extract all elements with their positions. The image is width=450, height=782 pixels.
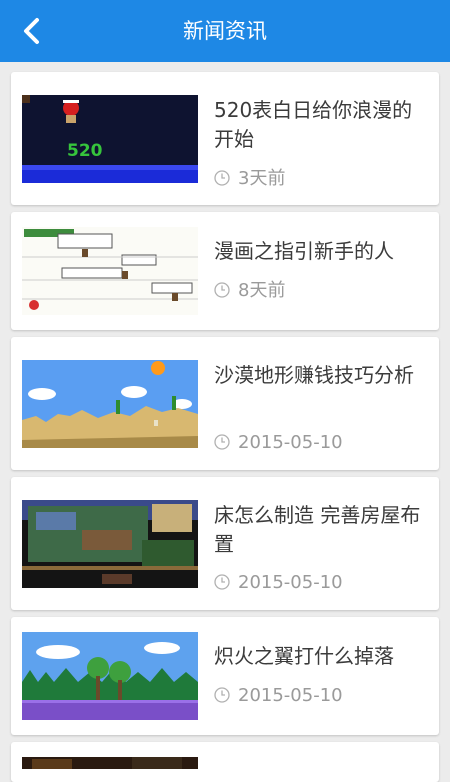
news-title: 床怎么制造 完善房屋布置 [214, 503, 421, 556]
clock-icon [214, 434, 230, 450]
svg-text:520: 520 [67, 141, 103, 161]
clock-icon [214, 687, 230, 703]
news-thumbnail [22, 632, 198, 720]
news-time-label: 3天前 [238, 168, 286, 189]
news-time: 2015-05-10 [214, 433, 343, 453]
news-time-label: 2015-05-10 [238, 432, 343, 453]
news-thumbnail [22, 757, 198, 769]
news-thumbnail: 520 [22, 95, 198, 183]
page-title: 新闻资讯 [183, 19, 267, 43]
news-item[interactable]: 漫画之指引新手的人 8天前 [11, 212, 439, 330]
app-header: 新闻资讯 [0, 0, 450, 62]
news-time: 2015-05-10 [214, 686, 343, 706]
news-item[interactable]: 沙漠地形赚钱技巧分析 2015-05-10 [11, 337, 439, 470]
news-title: 沙漠地形赚钱技巧分析 [214, 363, 414, 387]
news-thumbnail [22, 360, 198, 448]
news-time-label: 2015-05-10 [238, 685, 343, 706]
clock-icon [214, 170, 230, 186]
news-time: 3天前 [214, 169, 285, 189]
news-title: 520表白日给你浪漫的开始 [214, 98, 413, 151]
news-time: 2015-05-10 [214, 573, 343, 593]
news-thumbnail [22, 500, 198, 588]
clock-icon [214, 574, 230, 590]
news-item[interactable]: 520 520表白日给你浪漫的开始 3天前 [11, 72, 439, 205]
news-time: 8天前 [214, 281, 285, 301]
news-item[interactable]: 床怎么制造 完善房屋布置 2015-05-10 [11, 477, 439, 610]
news-time-label: 2015-05-10 [238, 572, 343, 593]
news-title: 漫画之指引新手的人 [214, 239, 394, 263]
news-item[interactable] [11, 742, 439, 782]
news-time-label: 8天前 [238, 280, 286, 301]
news-title: 炽火之翼打什么掉落 [214, 644, 394, 668]
news-thumbnail [22, 227, 198, 315]
clock-icon [214, 282, 230, 298]
news-item[interactable]: 炽火之翼打什么掉落 2015-05-10 [11, 617, 439, 735]
